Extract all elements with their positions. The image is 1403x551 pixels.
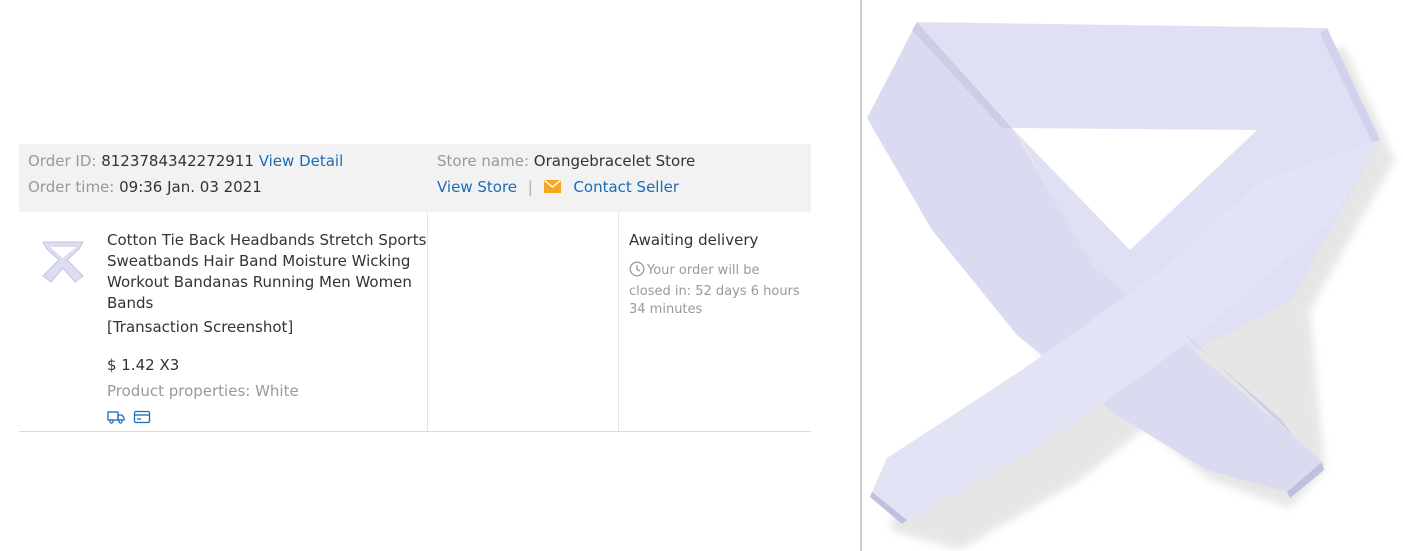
transaction-screenshot-link[interactable]: [Transaction Screenshot]: [107, 317, 293, 337]
link-separator: |: [527, 178, 533, 196]
view-store-link[interactable]: View Store: [437, 178, 517, 196]
product-price: $ 1.42 X3: [107, 356, 180, 374]
store-name-row: Store name: Orangebracelet Store: [437, 151, 695, 171]
order-time-row: Order time: 09:36 Jan. 03 2021: [28, 177, 262, 197]
auto-close-text: Your order will be closed in: 52 days 6 …: [629, 263, 800, 317]
product-thumbnail[interactable]: [37, 236, 89, 288]
product-photo: [867, 22, 1395, 550]
column-divider: [618, 212, 619, 431]
contact-seller-link[interactable]: Contact Seller: [573, 178, 679, 196]
order-time-value: 09:36 Jan. 03 2021: [119, 178, 262, 196]
order-id-row: Order ID: 8123784342272911 View Detail: [28, 151, 343, 171]
store-name-value: Orangebracelet Store: [533, 152, 696, 170]
order-header: Order ID: 8123784342272911 View Detail O…: [19, 144, 811, 212]
payment-card-icon[interactable]: [133, 409, 151, 424]
view-detail-link[interactable]: View Detail: [259, 152, 344, 170]
order-card: Order ID: 8123784342272911 View Detail O…: [19, 144, 811, 432]
product-title-link[interactable]: Cotton Tie Back Headbands Stretch Sports…: [107, 230, 427, 314]
store-name-label: Store name:: [437, 152, 530, 170]
column-divider: [427, 212, 428, 431]
order-time-label: Order time:: [28, 178, 115, 196]
product-properties: Product properties: White: [107, 382, 299, 400]
order-id-label: Order ID:: [28, 152, 97, 170]
mail-icon[interactable]: [543, 178, 561, 198]
store-actions-row: View Store | Contact Seller: [437, 177, 679, 198]
order-item-row: Cotton Tie Back Headbands Stretch Sports…: [19, 212, 811, 432]
delivery-truck-icon[interactable]: [107, 409, 125, 424]
order-id-value: 8123784342272911: [101, 152, 254, 170]
product-image-panel: [862, 0, 1403, 551]
clock-icon: [629, 261, 645, 283]
order-panel: Order ID: 8123784342272911 View Detail O…: [0, 0, 860, 551]
order-status: Awaiting delivery: [629, 231, 759, 249]
auto-close-notice: Your order will be closed in: 52 days 6 …: [629, 261, 805, 319]
